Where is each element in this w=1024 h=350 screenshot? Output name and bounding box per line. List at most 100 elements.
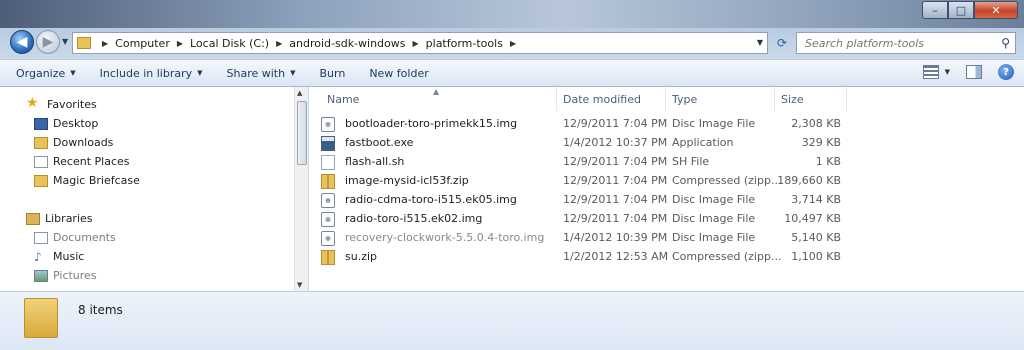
file-date-modified: 1/4/2012 10:39 PM: [563, 231, 668, 244]
folder-icon: [77, 37, 91, 49]
file-date-modified: 12/9/2011 7:04 PM: [563, 117, 668, 130]
file-name: flash-all.sh: [345, 155, 405, 168]
address-bar[interactable]: ▶ Computer ▶ Local Disk (C:) ▶ android-s…: [72, 32, 768, 54]
breadcrumb: ▶ Computer ▶ Local Disk (C:) ▶ android-s…: [95, 37, 523, 50]
application-icon: [321, 136, 335, 151]
navigation-pane-scrollbar[interactable]: ▲ ▼: [294, 87, 308, 291]
disc-image-icon: [321, 117, 335, 132]
chevron-right-icon[interactable]: ▶: [102, 39, 108, 48]
column-header-date[interactable]: Date modified: [557, 87, 666, 111]
help-icon[interactable]: ?: [998, 64, 1014, 80]
star-icon: ★: [26, 95, 39, 111]
file-date-modified: 12/9/2011 7:04 PM: [563, 193, 668, 206]
column-header-label: Name: [327, 92, 360, 106]
address-dropdown-icon[interactable]: ▼: [757, 38, 763, 47]
new-folder-label: New folder: [369, 66, 429, 80]
new-folder-button[interactable]: New folder: [369, 67, 428, 80]
file-date-modified: 1/4/2012 10:37 PM: [563, 136, 668, 149]
file-row[interactable]: flash-all.sh 12/9/2011 7:04 PM SH File 1 KB: [315, 153, 847, 172]
file-row[interactable]: fastboot.exe 1/4/2012 10:37 PM Application…: [315, 134, 847, 153]
refresh-button[interactable]: ⟳: [772, 32, 792, 54]
sidebar-item-label: Documents: [53, 231, 116, 244]
breadcrumb-platform-tools[interactable]: platform-tools: [426, 37, 503, 50]
burn-label: Burn: [319, 66, 346, 80]
file-row[interactable]: image-mysid-icl53f.zip 12/9/2011 7:04 PM C…: [315, 172, 847, 191]
libraries-header[interactable]: Libraries: [26, 212, 93, 225]
scroll-up-icon[interactable]: ▲: [297, 89, 302, 97]
column-header-type[interactable]: Type: [666, 87, 775, 111]
share-with-menu[interactable]: Share with ▼: [227, 67, 296, 80]
breadcrumb-computer[interactable]: Computer: [115, 37, 170, 50]
favorites-label: Favorites: [47, 97, 97, 111]
disc-image-icon: [321, 193, 335, 208]
file-size: 329 KB: [801, 136, 841, 149]
view-controls: ▼ ?: [922, 64, 1014, 80]
breadcrumb-local-disk[interactable]: Local Disk (C:): [190, 37, 269, 50]
column-header-label: Date modified: [563, 92, 641, 106]
file-name: fastboot.exe: [345, 136, 414, 149]
file-size: 1,100 KB: [791, 250, 841, 263]
zip-icon: [321, 174, 335, 189]
file-size: 2,308 KB: [791, 117, 841, 130]
maximize-button[interactable]: □: [948, 1, 974, 19]
window-controls: – □ ✕: [922, 1, 1018, 19]
file-icon: [321, 155, 335, 170]
file-list: ▲ Name Date modified Type Size bootloade…: [309, 87, 1024, 291]
file-row[interactable]: recovery-clockwork-5.5.0.4-toro.img 1/4/2…: [315, 229, 847, 248]
chevron-down-icon: ▼: [197, 69, 203, 77]
organize-label: Organize: [16, 66, 66, 80]
chevron-right-icon[interactable]: ▶: [177, 39, 183, 48]
file-size: 3,714 KB: [791, 193, 841, 206]
file-name: radio-cdma-toro-i515.ek05.img: [345, 193, 517, 206]
sidebar-item-music[interactable]: ♪ Music: [34, 250, 84, 263]
breadcrumb-android-sdk[interactable]: android-sdk-windows: [289, 37, 405, 50]
file-date-modified: 12/9/2011 7:04 PM: [563, 174, 668, 187]
search-icon[interactable]: ⚲: [1001, 36, 1010, 50]
change-view-icon[interactable]: [922, 65, 939, 79]
file-type: SH File: [672, 155, 710, 168]
chevron-down-icon[interactable]: ▼: [945, 68, 950, 76]
close-button[interactable]: ✕: [974, 1, 1018, 19]
zip-icon: [321, 250, 335, 265]
file-date-modified: 12/9/2011 7:04 PM: [563, 212, 668, 225]
sidebar-item-label: Recent Places: [53, 155, 130, 168]
minimize-button[interactable]: –: [922, 1, 948, 19]
file-date-modified: 12/9/2011 7:04 PM: [563, 155, 668, 168]
chevron-right-icon[interactable]: ▶: [276, 39, 282, 48]
burn-button[interactable]: Burn: [319, 67, 345, 80]
libraries-icon: [26, 212, 40, 225]
navigation-pane: ★ Favorites Desktop Downloads Recent Pla…: [0, 87, 308, 291]
include-in-library-menu[interactable]: Include in library ▼: [100, 67, 203, 80]
search-input[interactable]: [803, 35, 993, 51]
file-date-modified: 1/2/2012 12:53 AM: [563, 250, 669, 263]
forward-button[interactable]: ▶: [36, 30, 60, 54]
file-row[interactable]: bootloader-toro-primekk15.img 12/9/2011 7…: [315, 115, 847, 134]
file-type: Compressed (zipp...: [672, 250, 782, 263]
preview-pane-icon[interactable]: [966, 65, 982, 79]
organize-menu[interactable]: Organize ▼: [16, 67, 76, 80]
favorites-header[interactable]: ★ Favorites: [26, 95, 97, 111]
file-row[interactable]: su.zip 1/2/2012 12:53 AM Compressed (zipp.…: [315, 248, 847, 267]
sidebar-item-documents[interactable]: Documents: [34, 231, 116, 244]
file-type: Application: [672, 136, 734, 149]
sidebar-item-magic-briefcase[interactable]: Magic Briefcase: [34, 174, 140, 187]
details-pane: 8 items: [0, 291, 1024, 350]
column-header-name[interactable]: Name: [321, 87, 557, 111]
back-button[interactable]: ◀: [10, 30, 34, 54]
sidebar-item-desktop[interactable]: Desktop: [34, 117, 98, 130]
chevron-right-icon[interactable]: ▶: [510, 39, 516, 48]
sidebar-item-downloads[interactable]: Downloads: [34, 136, 113, 149]
recent-pages-dropdown-icon[interactable]: ▼: [62, 37, 68, 46]
column-header-size[interactable]: Size: [775, 87, 847, 111]
command-bar: Organize ▼ Include in library ▼ Share with…: [0, 59, 1024, 87]
file-name: image-mysid-icl53f.zip: [345, 174, 469, 187]
file-row[interactable]: radio-cdma-toro-i515.ek05.img 12/9/2011 7…: [315, 191, 847, 210]
sidebar-item-pictures[interactable]: Pictures: [34, 269, 97, 282]
chevron-right-icon[interactable]: ▶: [413, 39, 419, 48]
search-box[interactable]: ⚲: [796, 32, 1016, 54]
scroll-down-icon[interactable]: ▼: [297, 281, 302, 289]
title-bar: [0, 0, 1024, 28]
scrollbar-thumb[interactable]: [297, 101, 307, 165]
sidebar-item-recent-places[interactable]: Recent Places: [34, 155, 130, 168]
file-row[interactable]: radio-toro-i515.ek02.img 12/9/2011 7:04 P…: [315, 210, 847, 229]
